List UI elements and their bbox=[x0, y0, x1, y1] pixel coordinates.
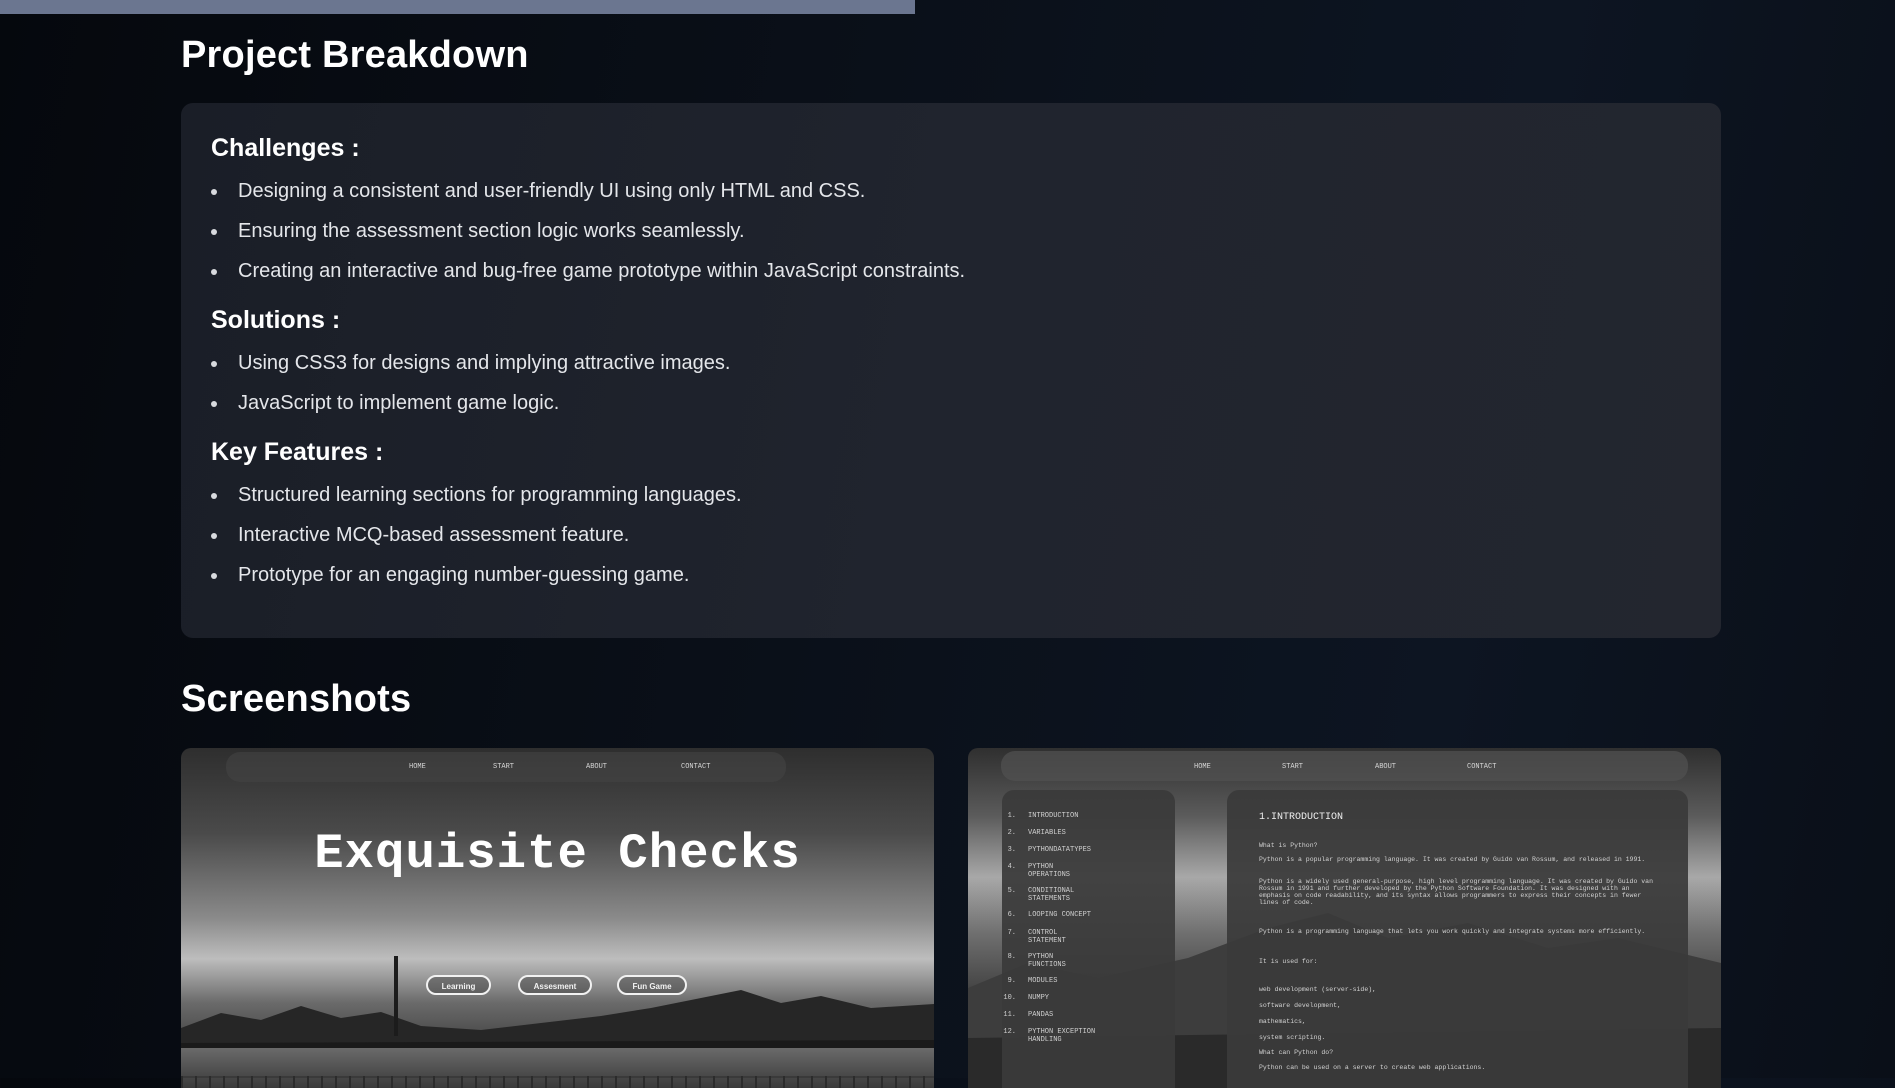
nav-home-link[interactable]: HOME bbox=[409, 763, 426, 771]
challenges-heading: Challenges : bbox=[211, 134, 360, 162]
key-features-heading: Key Features : bbox=[211, 438, 384, 466]
lesson-text: Python is a widely used general-purpose,… bbox=[1259, 878, 1653, 906]
learning-button[interactable]: Learning bbox=[426, 975, 491, 995]
lesson-text: Python is a programming language that le… bbox=[1259, 928, 1646, 935]
assessment-button[interactable]: Assesment bbox=[518, 975, 592, 995]
top-progress-strip bbox=[0, 0, 915, 14]
lesson-text: mathematics, bbox=[1259, 1018, 1306, 1025]
lesson-text: Python is a popular programming language… bbox=[1259, 856, 1646, 863]
nav-about-link[interactable]: ABOUT bbox=[1375, 763, 1396, 771]
lamp-pole bbox=[394, 956, 398, 1036]
nav-start-link[interactable]: START bbox=[493, 763, 514, 771]
list-item: Using CSS3 for designs and implying attr… bbox=[211, 343, 1691, 383]
mini-navbar: HOME START ABOUT CONTACT bbox=[226, 752, 786, 782]
list-item: Interactive MCQ-based assessment feature… bbox=[211, 515, 1691, 555]
list-item: Designing a consistent and user-friendly… bbox=[211, 171, 1691, 211]
mini-navbar: HOME START ABOUT CONTACT bbox=[1001, 751, 1688, 781]
screenshot-landing-page[interactable]: HOME START ABOUT CONTACT Exquisite Check… bbox=[181, 748, 934, 1088]
list-item: Prototype for an engaging number-guessin… bbox=[211, 555, 1691, 595]
lesson-text: web development (server-side), bbox=[1259, 986, 1377, 993]
list-item: Creating an interactive and bug-free gam… bbox=[211, 251, 1691, 291]
solutions-list: Using CSS3 for designs and implying attr… bbox=[211, 343, 1691, 423]
nav-contact-link[interactable]: CONTACT bbox=[681, 763, 710, 771]
lesson-text: What can Python do? bbox=[1259, 1049, 1334, 1056]
list-item: Ensuring the assessment section logic wo… bbox=[211, 211, 1691, 251]
fun-game-button[interactable]: Fun Game bbox=[617, 975, 687, 995]
project-breakdown-title: Project Breakdown bbox=[181, 34, 529, 76]
lesson-text: Python can be used on a server to create… bbox=[1259, 1064, 1486, 1071]
lesson-text: What is Python? bbox=[1259, 842, 1318, 849]
nav-start-link[interactable]: START bbox=[1282, 763, 1303, 771]
list-item: JavaScript to implement game logic. bbox=[211, 383, 1691, 423]
lesson-content-panel: 1.INTRODUCTION What is Python? Python is… bbox=[1227, 790, 1688, 1088]
lesson-text: software development, bbox=[1259, 1002, 1341, 1009]
screenshots-title: Screenshots bbox=[181, 678, 412, 720]
solutions-heading: Solutions : bbox=[211, 306, 341, 334]
table-of-contents-panel: 1. INTRODUCTION 2. VARIABLES 3. PYTHONDATAT… bbox=[1002, 790, 1175, 1088]
nav-home-link[interactable]: HOME bbox=[1194, 763, 1211, 771]
nav-about-link[interactable]: ABOUT bbox=[586, 763, 607, 771]
nav-contact-link[interactable]: CONTACT bbox=[1467, 763, 1496, 771]
hero-title: Exquisite Checks bbox=[314, 826, 801, 882]
screenshot-learning-page[interactable]: HOME START ABOUT CONTACT 1. INTRODUCTION … bbox=[968, 748, 1721, 1088]
lesson-text: It is used for: bbox=[1259, 958, 1318, 965]
lesson-text: system scripting. bbox=[1259, 1034, 1326, 1041]
key-features-list: Structured learning sections for program… bbox=[211, 475, 1691, 595]
lesson-heading: 1.INTRODUCTION bbox=[1259, 812, 1344, 823]
challenges-list: Designing a consistent and user-friendly… bbox=[211, 171, 1691, 291]
project-breakdown-card: Challenges : Designing a consistent and … bbox=[181, 103, 1721, 638]
list-item: Structured learning sections for program… bbox=[211, 475, 1691, 515]
